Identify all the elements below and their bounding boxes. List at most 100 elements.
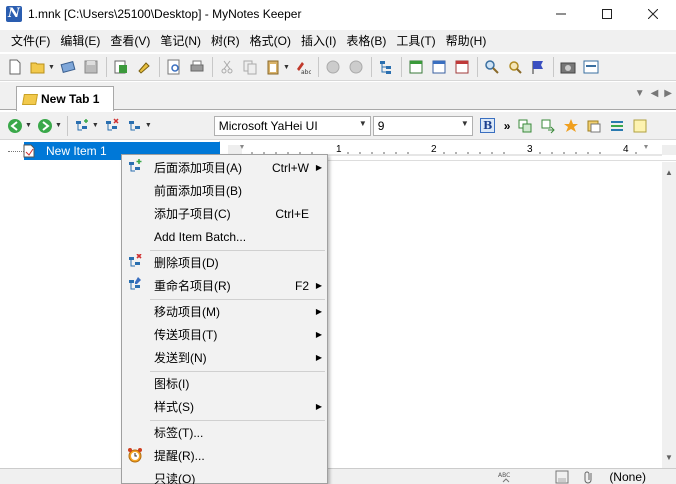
menu-item-read-only[interactable]: 只读(O) [122,467,327,484]
bookmark-button[interactable] [527,56,549,78]
export-button[interactable] [110,56,132,78]
menu-item-label: 传送项目(T) [154,328,218,342]
spellcheck-icon: abc [296,62,311,75]
menu-item-rename-item[interactable]: 重命名项目(R) F2 ▶ [122,274,327,297]
svg-text:ABC: ABC [498,472,510,479]
new-file-button[interactable] [4,56,26,78]
scissors-icon [221,60,233,74]
minimize-icon [556,13,566,15]
paste-button[interactable] [262,56,284,78]
chevron-down-icon[interactable]: ▼ [48,64,55,71]
rename-item-icon [129,277,141,290]
menu-edit[interactable]: 编辑(E) [55,30,105,52]
menu-help[interactable]: 帮助(H) [441,30,492,52]
menu-item-icon[interactable]: 图标(I) [122,372,327,395]
save-button[interactable] [80,56,102,78]
find-button[interactable] [481,56,503,78]
redo-button[interactable] [345,56,367,78]
spellcheck-status-icon: ABC [498,472,510,483]
bold-button[interactable]: B [477,115,499,137]
tab-list-dropdown-icon[interactable]: ▼ [635,88,645,99]
print-button[interactable] [186,56,208,78]
tree-view-button[interactable] [375,56,397,78]
menu-item-reminder[interactable]: 提醒(R)... [122,444,327,467]
add-tree-item-button[interactable] [71,115,93,137]
menu-item-label: 发送到(N) [154,351,207,365]
tab-new-tab-1[interactable]: New Tab 1 [16,86,114,111]
menu-item-label: 提醒(R)... [154,449,205,463]
menu-item-add-item-after[interactable]: 后面添加项目(A) Ctrl+W ▶ [122,156,327,179]
star-item-button[interactable] [560,115,582,137]
tree-properties-button[interactable] [124,115,146,137]
note-button[interactable] [629,115,651,137]
forward-button[interactable] [34,115,56,137]
menu-tree[interactable]: 树(R) [206,30,245,52]
back-arrow-icon [8,118,22,133]
folder-icon [22,93,38,105]
chevron-down-icon[interactable]: ▼ [283,64,290,71]
move-item-button[interactable] [514,115,536,137]
more-tools-icon[interactable]: » [504,119,511,133]
copy-button[interactable] [239,56,261,78]
chevron-down-icon[interactable]: ▼ [25,122,32,129]
preview-button[interactable] [163,56,185,78]
maximize-button[interactable] [584,0,630,28]
camera-button[interactable] [557,56,579,78]
window-add-icon [409,60,423,74]
font-size-select[interactable]: 9 ▼ [372,115,473,136]
menu-item-move-item[interactable]: 移动项目(M) ▶ [122,300,327,323]
back-button[interactable] [4,115,26,137]
menu-file[interactable]: 文件(F) [6,30,55,52]
menu-note[interactable]: 笔记(N) [155,30,206,52]
menu-item-tags[interactable]: 标签(T)... [122,421,327,444]
menu-item-add-item-before[interactable]: 前面添加项目(B) [122,179,327,202]
chevron-down-icon[interactable]: ▼ [92,122,99,129]
menu-item-add-child-item[interactable]: 添加子项目(C) Ctrl+E [122,202,327,225]
window-title: 1.mnk [C:\Users\25100\Desktop] - MyNotes… [28,7,302,21]
delete-tree-item-button[interactable] [101,115,123,137]
menu-item-add-item-batch[interactable]: Add Item Batch... [122,225,327,248]
menu-bar: 文件(F) 编辑(E) 查看(V) 笔记(N) 树(R) 格式(O) 插入(I)… [0,30,676,52]
menu-tools[interactable]: 工具(T) [391,30,440,52]
new-window-button[interactable] [405,56,427,78]
transfer-item-button[interactable] [537,115,559,137]
open-recent-button[interactable] [57,56,79,78]
vertical-scrollbar[interactable]: ▲ ▼ [662,162,676,468]
menu-item-style[interactable]: 样式(S) ▶ [122,395,327,418]
menu-insert[interactable]: 插入(I) [296,30,341,52]
ruler-number: 3 [527,144,533,155]
list-icon [611,120,624,131]
edit-window-button[interactable] [428,56,450,78]
font-name-select[interactable]: Microsoft YaHei UI ▼ [213,115,371,136]
tab-scroll-left-icon[interactable]: ◀ [651,88,659,99]
close-button[interactable] [630,0,676,28]
replace-button[interactable] [504,56,526,78]
options-button[interactable] [580,56,602,78]
chevron-down-icon[interactable]: ▼ [145,122,152,129]
menu-format[interactable]: 格式(O) [245,30,296,52]
menu-item-delete-item[interactable]: 删除项目(D) [122,251,327,274]
menu-table[interactable]: 表格(B) [341,30,391,52]
app-logo-icon: N [6,6,22,22]
minimize-button[interactable] [538,0,584,28]
copy-icon [243,60,257,75]
cut-button[interactable] [216,56,238,78]
font-size-value: 9 [377,118,385,133]
open-file-button[interactable] [27,56,49,78]
close-window-button[interactable] [451,56,473,78]
highlight-button[interactable] [133,56,155,78]
submenu-arrow-icon: ▶ [315,281,322,290]
menu-item-send-to[interactable]: 发送到(N) ▶ [122,346,327,369]
list-button[interactable] [606,115,628,137]
attachment-button[interactable] [583,115,605,137]
spellcheck-button[interactable]: abc [292,56,314,78]
scroll-up-icon[interactable]: ▲ [665,168,673,177]
chevron-down-icon: ▼ [358,118,367,128]
menu-item-transfer-item[interactable]: 传送项目(T) ▶ [122,323,327,346]
scroll-down-icon[interactable]: ▼ [665,453,673,462]
tab-scroll-right-icon[interactable]: ▶ [664,88,672,99]
menu-item-label: 添加子项目(C) [154,207,231,221]
undo-button[interactable] [322,56,344,78]
menu-view[interactable]: 查看(V) [105,30,155,52]
chevron-down-icon[interactable]: ▼ [55,122,62,129]
